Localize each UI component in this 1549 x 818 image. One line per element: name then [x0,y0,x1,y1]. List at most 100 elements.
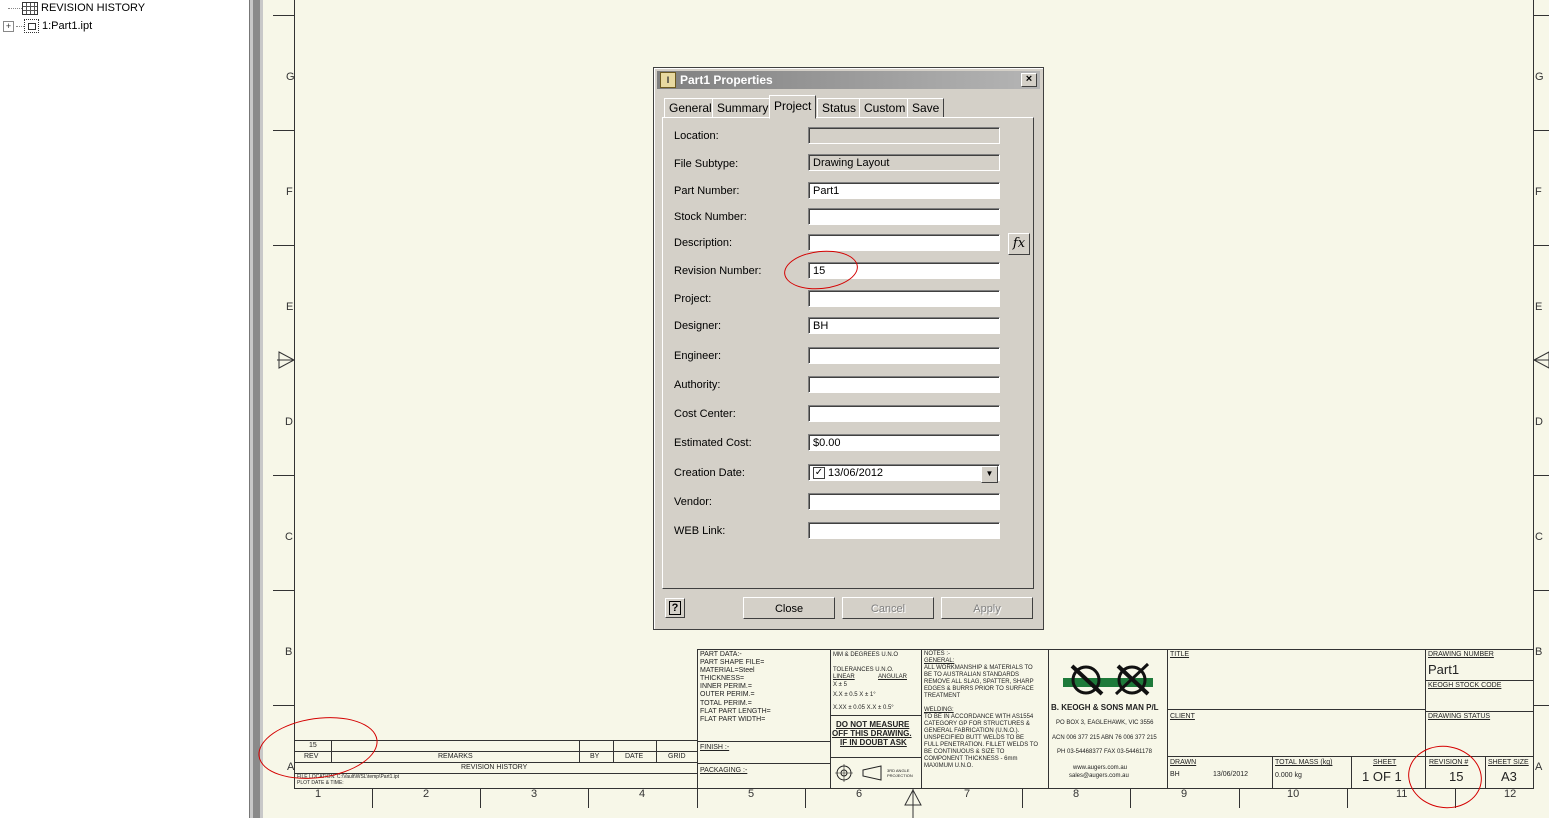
help-button[interactable]: ? [665,598,685,618]
notes-line: GENERAL FABRICATION (U.N.O.). [924,728,1020,734]
finish-label: FINISH :- [700,744,730,751]
total-mass-value: 0.000 kg [1275,772,1302,779]
engineer-field[interactable] [808,347,1000,364]
apply-button[interactable]: Apply [941,597,1033,619]
dialog-title-bar[interactable]: I Part1 Properties × [657,71,1040,89]
close-icon[interactable]: × [1021,73,1037,87]
tolerance-row: X.XX ± 0.05 X.X ± 0.5° [833,705,894,711]
zone-letter: A [1535,761,1543,773]
part-data-line: TOTAL PERIM.= [700,700,752,707]
cost-center-field[interactable] [808,405,1000,422]
part-data-line: MATERIAL=Steel [700,667,755,674]
company-address: PO BOX 3, EAGLEHAWK, VIC 3556 [1056,720,1154,726]
stock-number-field[interactable] [808,208,1000,225]
field-label-part-number: Part Number: [674,185,740,197]
by-header: BY [590,753,600,760]
field-label-authority: Authority: [674,379,721,391]
zone-letter: B [1535,646,1543,658]
notes-line: FULL PENETRATION. FILLET WELDS TO [924,742,1039,748]
estimated-cost-field[interactable]: $0.00 [808,434,1000,451]
file-subtype-field: Drawing Layout [808,154,1000,171]
notes-general-title: GENERAL: [924,658,955,664]
designer-field[interactable]: BH [808,317,1000,334]
panel-splitter[interactable] [249,0,264,818]
tree-item-part1[interactable]: + 1:Part1.ipt [0,18,92,34]
tree-item-revision-history[interactable]: REVISION HISTORY [0,0,145,16]
description-field[interactable] [808,234,1000,251]
tab-project[interactable]: Project [769,95,817,119]
expand-icon[interactable]: + [3,20,14,32]
field-label-location: Location: [674,130,719,142]
zone-letter: G [286,71,295,83]
authority-field[interactable] [808,376,1000,393]
drawn-date: 13/06/2012 [1213,771,1249,778]
notes-line: REMOVE ALL SLAG, SPATTER, SHARP [924,679,1034,685]
notes-line: MAXIMUM U.N.O. [924,763,973,769]
projection-label: 3RD ANGLE PROJECTION [887,768,913,778]
project-field[interactable] [808,290,1000,307]
function-button[interactable]: fx [1008,233,1030,255]
zone-letter: F [286,186,293,198]
zone-letter: F [1535,186,1542,198]
part-data-line: FLAT PART LENGTH= [700,708,771,715]
vendor-field[interactable] [808,493,1000,510]
inventor-app-icon: I [660,72,676,88]
drawing-number-label: DRAWING NUMBER [1428,651,1494,658]
creation-date-picker[interactable]: ✓ 13/06/2012 ▼ [808,464,1000,483]
zone-number: 6 [856,788,863,800]
zone-number: 1 [315,788,322,800]
annotation-circle [1403,740,1487,814]
zone-letter: E [1535,301,1543,313]
field-label-stock-number: Stock Number: [674,211,747,223]
notes-line: ALL WORKMANSHIP & MATERIALS TO [924,665,1033,671]
creation-date-value: 13/06/2012 [828,467,884,479]
part-icon [24,19,39,33]
sheet-size-label: SHEET SIZE [1488,759,1529,766]
field-label-vendor: Vendor: [674,496,712,508]
notes-line: CATEGORY GP FOR STRUCTURES & [924,721,1030,727]
tab-status[interactable]: Status [817,98,862,118]
remarks-header: REMARKS [438,753,473,760]
creation-date-checkbox[interactable]: ✓ [813,467,825,480]
dialog-title: Part1 Properties [680,73,773,87]
company-web: www.augers.com.au [1073,765,1128,771]
notes-line: BE CONTINUOUS & SIZE TO [924,749,1005,755]
zone-number: 3 [531,788,538,800]
zone-letter: D [285,416,293,428]
company-logo-icon [1063,662,1153,696]
revision-history-caption: REVISION HISTORY [461,764,528,771]
zone-number: 12 [1504,788,1517,800]
zone-number: 9 [1181,788,1188,800]
company-name: B. KEOGH & SONS MAN P/L [1051,703,1159,712]
center-mark-right-icon [1532,351,1549,369]
tab-general[interactable]: General [664,98,717,118]
zone-letter: B [285,646,293,658]
part-data-line: INNER PERIM.= [700,683,752,690]
notes-line: UNSPECIFIED BUTT WELDS TO BE [924,735,1025,741]
tab-custom[interactable]: Custom [859,98,911,118]
cancel-button[interactable]: Cancel [842,597,934,619]
zone-number: 4 [639,788,646,800]
notes-line: COMPONENT THICKNESS - 6mm [924,756,1018,762]
notes-welding-title: WELDING: [924,707,954,713]
chevron-down-icon[interactable]: ▼ [981,466,998,483]
web-link-field[interactable] [808,522,1000,539]
drawn-by: BH [1170,771,1180,778]
zone-letter: D [1535,416,1543,428]
notes-line: EDGES & BURRS PRIOR TO SURFACE [924,686,1034,692]
linear-label: LINEAR [833,674,855,680]
part-data-line: THICKNESS= [700,675,745,682]
drawing-number: Part1 [1428,662,1460,677]
properties-dialog: I Part1 Properties × General Summary Pro… [653,67,1044,630]
angular-label: ANGULAR [878,674,908,680]
zone-number: 7 [964,788,971,800]
part-data-line: OUTER PERIM.= [700,691,755,698]
zone-number: 2 [423,788,430,800]
field-label-estimated-cost: Estimated Cost: [674,437,752,449]
part-number-field[interactable]: Part1 [808,182,1000,199]
field-label-revision-number: Revision Number: [674,265,762,277]
total-mass-label: TOTAL MASS (kg) [1275,759,1333,766]
tab-save[interactable]: Save [907,98,945,118]
close-button[interactable]: Close [743,597,835,619]
tab-summary[interactable]: Summary [712,98,774,118]
